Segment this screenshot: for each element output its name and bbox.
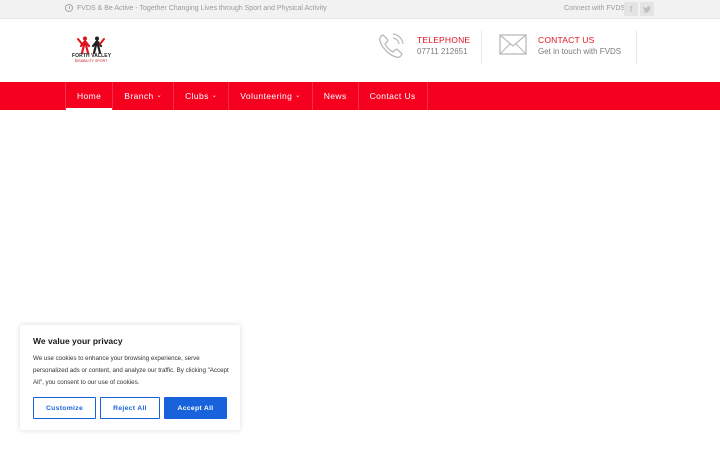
telephone-label: TELEPHONE xyxy=(417,35,471,45)
nav-item-label: Home xyxy=(77,91,102,101)
nav-item-label: News xyxy=(323,91,347,101)
site-logo[interactable]: FORTH VALLEY DISABILITY SPORT xyxy=(72,36,111,66)
header-divider xyxy=(636,30,637,64)
contact-block[interactable]: CONTACT US Get in touch with FVDS xyxy=(499,32,639,64)
connect-label: Connect with FVDS xyxy=(564,5,626,12)
cookie-title: We value your privacy xyxy=(33,336,123,346)
nav-item-label: Contact Us xyxy=(369,91,416,101)
contact-label: CONTACT US xyxy=(538,35,595,45)
twitter-icon[interactable] xyxy=(640,2,654,16)
main-nav: Home Branch ⌄ Clubs ⌄ Volunteering ⌄ New… xyxy=(0,82,720,110)
logo-figures-icon xyxy=(77,36,105,54)
chevron-down-icon: ⌄ xyxy=(295,92,301,99)
tagline-text: FVDS & Be Active - Together Changing Liv… xyxy=(77,4,327,12)
cookie-consent-banner: We value your privacy We use cookies to … xyxy=(20,325,240,430)
telephone-number[interactable]: 07711 212651 xyxy=(417,47,468,56)
clock-icon xyxy=(65,4,73,12)
nav-item-clubs[interactable]: Clubs ⌄ xyxy=(173,82,228,110)
nav-item-label: Branch xyxy=(124,91,154,101)
nav-item-contact-us[interactable]: Contact Us xyxy=(357,82,428,110)
logo-subtitle: DISABILITY SPORT xyxy=(74,59,108,63)
customize-button[interactable]: Customize xyxy=(33,397,96,419)
phone-icon xyxy=(379,33,404,58)
accept-all-button[interactable]: Accept All xyxy=(164,397,227,419)
nav-item-news[interactable]: News xyxy=(311,82,358,110)
cookie-message: We use cookies to enhance your browsing … xyxy=(33,355,229,386)
reject-all-button[interactable]: Reject All xyxy=(100,397,160,419)
tagline: FVDS & Be Active - Together Changing Liv… xyxy=(65,4,327,12)
contact-text: Get in touch with FVDS xyxy=(538,47,622,56)
chevron-down-icon: ⌄ xyxy=(211,92,218,99)
chevron-down-icon: ⌄ xyxy=(156,92,163,99)
nav-item-label: Volunteering xyxy=(240,91,293,101)
nav-item-branch[interactable]: Branch ⌄ xyxy=(112,82,173,110)
nav-item-home[interactable]: Home xyxy=(65,82,113,110)
header-divider xyxy=(481,30,482,64)
telephone-block: TELEPHONE 07711 212651 xyxy=(377,32,487,64)
top-bar: FVDS & Be Active - Together Changing Liv… xyxy=(0,0,720,19)
nav-item-label: Clubs xyxy=(185,91,209,101)
nav-item-volunteering[interactable]: Volunteering ⌄ xyxy=(228,82,312,110)
facebook-icon[interactable]: f xyxy=(624,2,638,16)
envelope-icon xyxy=(499,34,527,55)
